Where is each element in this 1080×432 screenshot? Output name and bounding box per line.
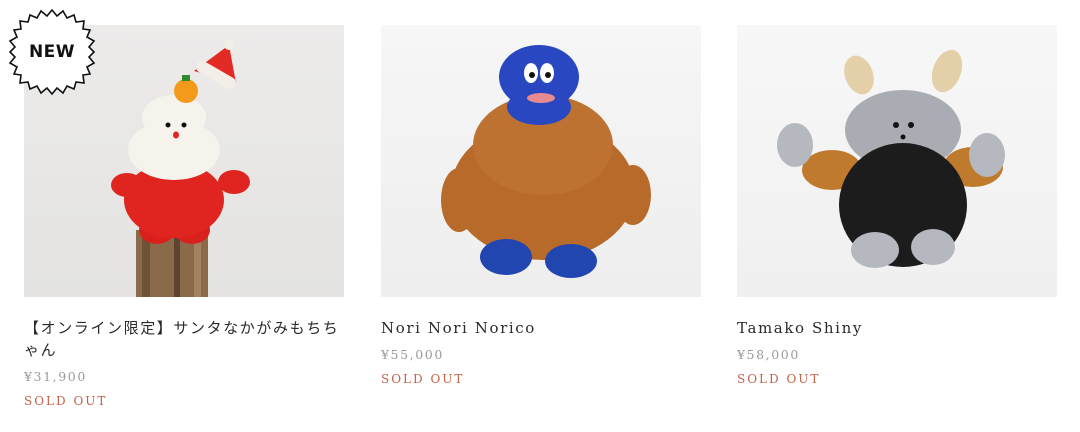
product-price: ¥58,000 [737,347,800,362]
product-image-link[interactable] [737,25,1057,297]
product-price: ¥55,000 [381,347,444,362]
product-name[interactable]: Tamako Shiny [737,317,1057,339]
new-badge: NEW [8,8,96,96]
gray-horned-monster-plush-image [777,49,1005,268]
brown-blue-fuzzy-monster-plush-image [441,45,651,278]
sold-out-label: SOLD OUT [381,372,465,386]
sold-out-label: SOLD OUT [24,394,108,408]
product-price: ¥31,900 [24,369,87,384]
product-name[interactable]: Nori Nori Norico [381,317,701,339]
new-badge-label: NEW [28,42,76,62]
product-card[interactable]: Tamako Shiny ¥58,000 SOLD OUT [737,25,1057,386]
product-card[interactable]: Nori Nori Norico ¥55,000 SOLD OUT [381,25,701,386]
product-name[interactable]: 【オンライン限定】サンタなかがみもちちゃん [24,317,344,361]
product-image-link[interactable] [381,25,701,297]
sold-out-label: SOLD OUT [737,372,821,386]
